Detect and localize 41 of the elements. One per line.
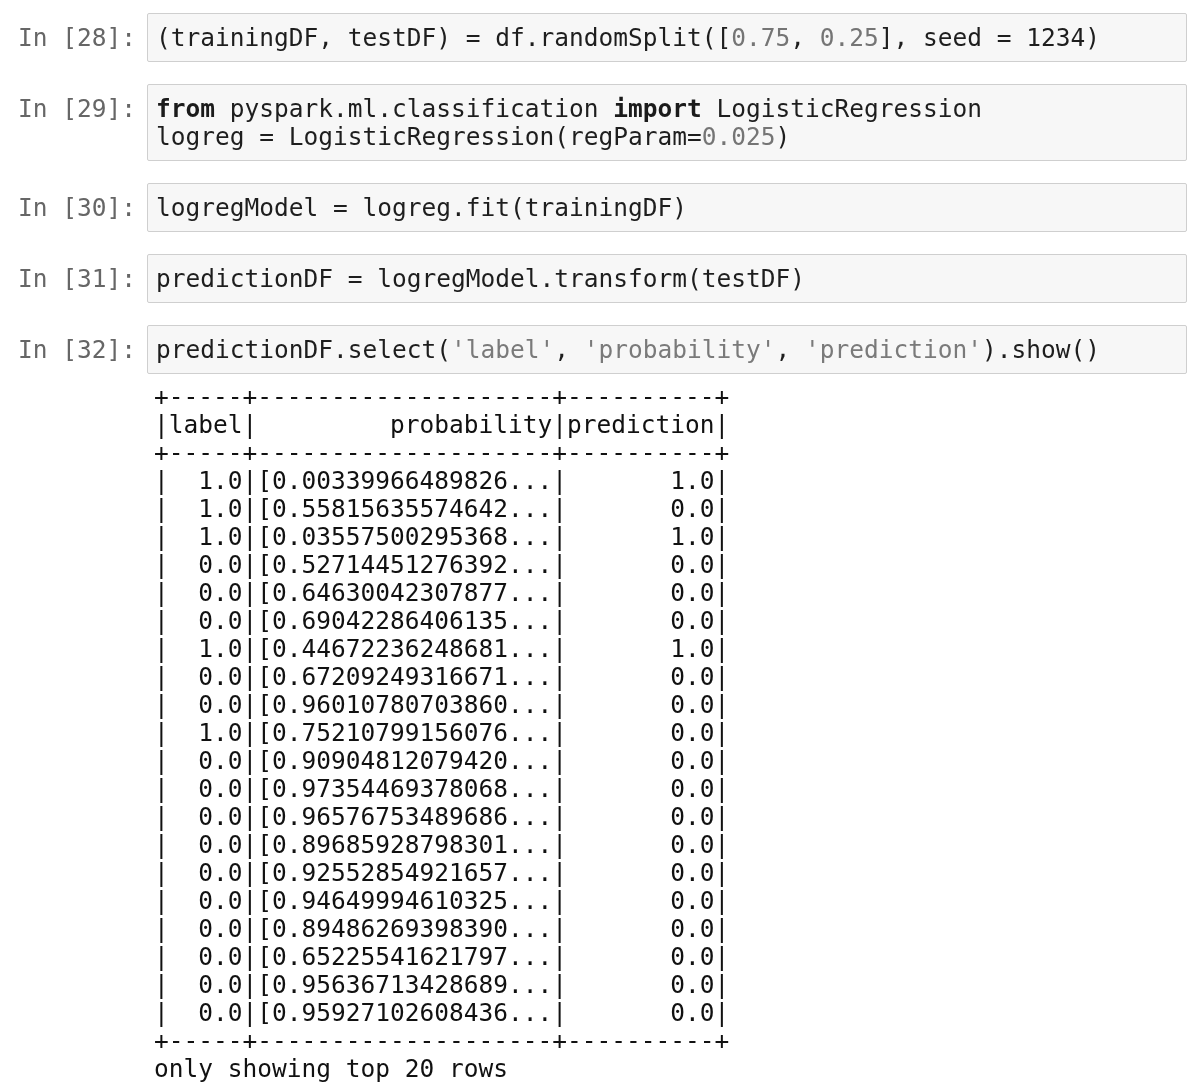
- table-row: | 1.0|[0.00339966489826...| 1.0|: [154, 467, 730, 495]
- output-note: only showing top 20 rows: [154, 1055, 508, 1083]
- input-prompt: In [29]:: [18, 94, 136, 123]
- code-line: predictionDF.select('label', 'probability', 'prediction').show(): [156, 336, 1102, 364]
- code-editor[interactable]: predictionDF.select('label', 'probability', 'prediction').show(): [147, 325, 1187, 374]
- table-border-line: +-----+--------------------+----------+: [154, 439, 730, 467]
- code-line: predictionDF = logregModel.transform(testDF): [156, 265, 806, 293]
- table-row: | 0.0|[0.96010780703860...| 0.0|: [154, 691, 730, 719]
- table-row: | 1.0|[0.44672236248681...| 1.0|: [154, 635, 730, 663]
- table-row: | 0.0|[0.95927102608436...| 0.0|: [154, 999, 730, 1027]
- table-row: | 0.0|[0.94649994610325...| 0.0|: [154, 887, 730, 915]
- code-editor[interactable]: logregModel = logreg.fit(trainingDF): [147, 183, 1187, 232]
- table-row: | 0.0|[0.89685928798301...| 0.0|: [154, 831, 730, 859]
- code-editor[interactable]: from pyspark.ml.classification import LogisticRegression logreg = LogisticRegression(regParam=0.025): [147, 84, 1187, 161]
- code-line: (trainingDF, testDF) = df.randomSplit([0.75, 0.25], seed = 1234): [156, 24, 1102, 52]
- table-row: | 0.0|[0.52714451276392...| 0.0|: [154, 551, 730, 579]
- table-row: | 1.0|[0.55815635574642...| 0.0|: [154, 495, 730, 523]
- input-prompt: In [30]:: [18, 193, 136, 222]
- table-row: | 0.0|[0.64630042307877...| 0.0|: [154, 579, 730, 607]
- table-row: | 0.0|[0.89486269398390...| 0.0|: [154, 915, 730, 943]
- table-row: | 0.0|[0.96576753489686...| 0.0|: [154, 803, 730, 831]
- input-prompt: In [32]:: [18, 335, 136, 364]
- input-prompt: In [28]:: [18, 23, 136, 52]
- table-row: | 0.0|[0.67209249316671...| 0.0|: [154, 663, 730, 691]
- table-row: | 0.0|[0.69042286406135...| 0.0|: [154, 607, 730, 635]
- table-row: | 0.0|[0.95636713428689...| 0.0|: [154, 971, 730, 999]
- table-border-line: +-----+--------------------+----------+: [154, 383, 730, 411]
- table-border-line: +-----+--------------------+----------+: [154, 1027, 730, 1055]
- table-row: | 0.0|[0.65225541621797...| 0.0|: [154, 943, 730, 971]
- code-editor[interactable]: (trainingDF, testDF) = df.randomSplit([0.75, 0.25], seed = 1234): [147, 13, 1187, 62]
- input-prompt: In [31]:: [18, 264, 136, 293]
- table-row: | 0.0|[0.92552854921657...| 0.0|: [154, 859, 730, 887]
- code-editor[interactable]: predictionDF = logregModel.transform(testDF): [147, 254, 1187, 303]
- code-line: logreg = LogisticRegression(regParam=0.025): [156, 123, 792, 151]
- table-row: | 1.0|[0.03557500295368...| 1.0|: [154, 523, 730, 551]
- table-row: | 0.0|[0.97354469378068...| 0.0|: [154, 775, 730, 803]
- table-header-row: |label| probability|prediction|: [154, 411, 730, 439]
- code-line: logregModel = logreg.fit(trainingDF): [156, 194, 688, 222]
- code-line: from pyspark.ml.classification import LogisticRegression: [156, 95, 984, 123]
- table-row: | 0.0|[0.90904812079420...| 0.0|: [154, 747, 730, 775]
- table-row: | 1.0|[0.75210799156076...| 0.0|: [154, 719, 730, 747]
